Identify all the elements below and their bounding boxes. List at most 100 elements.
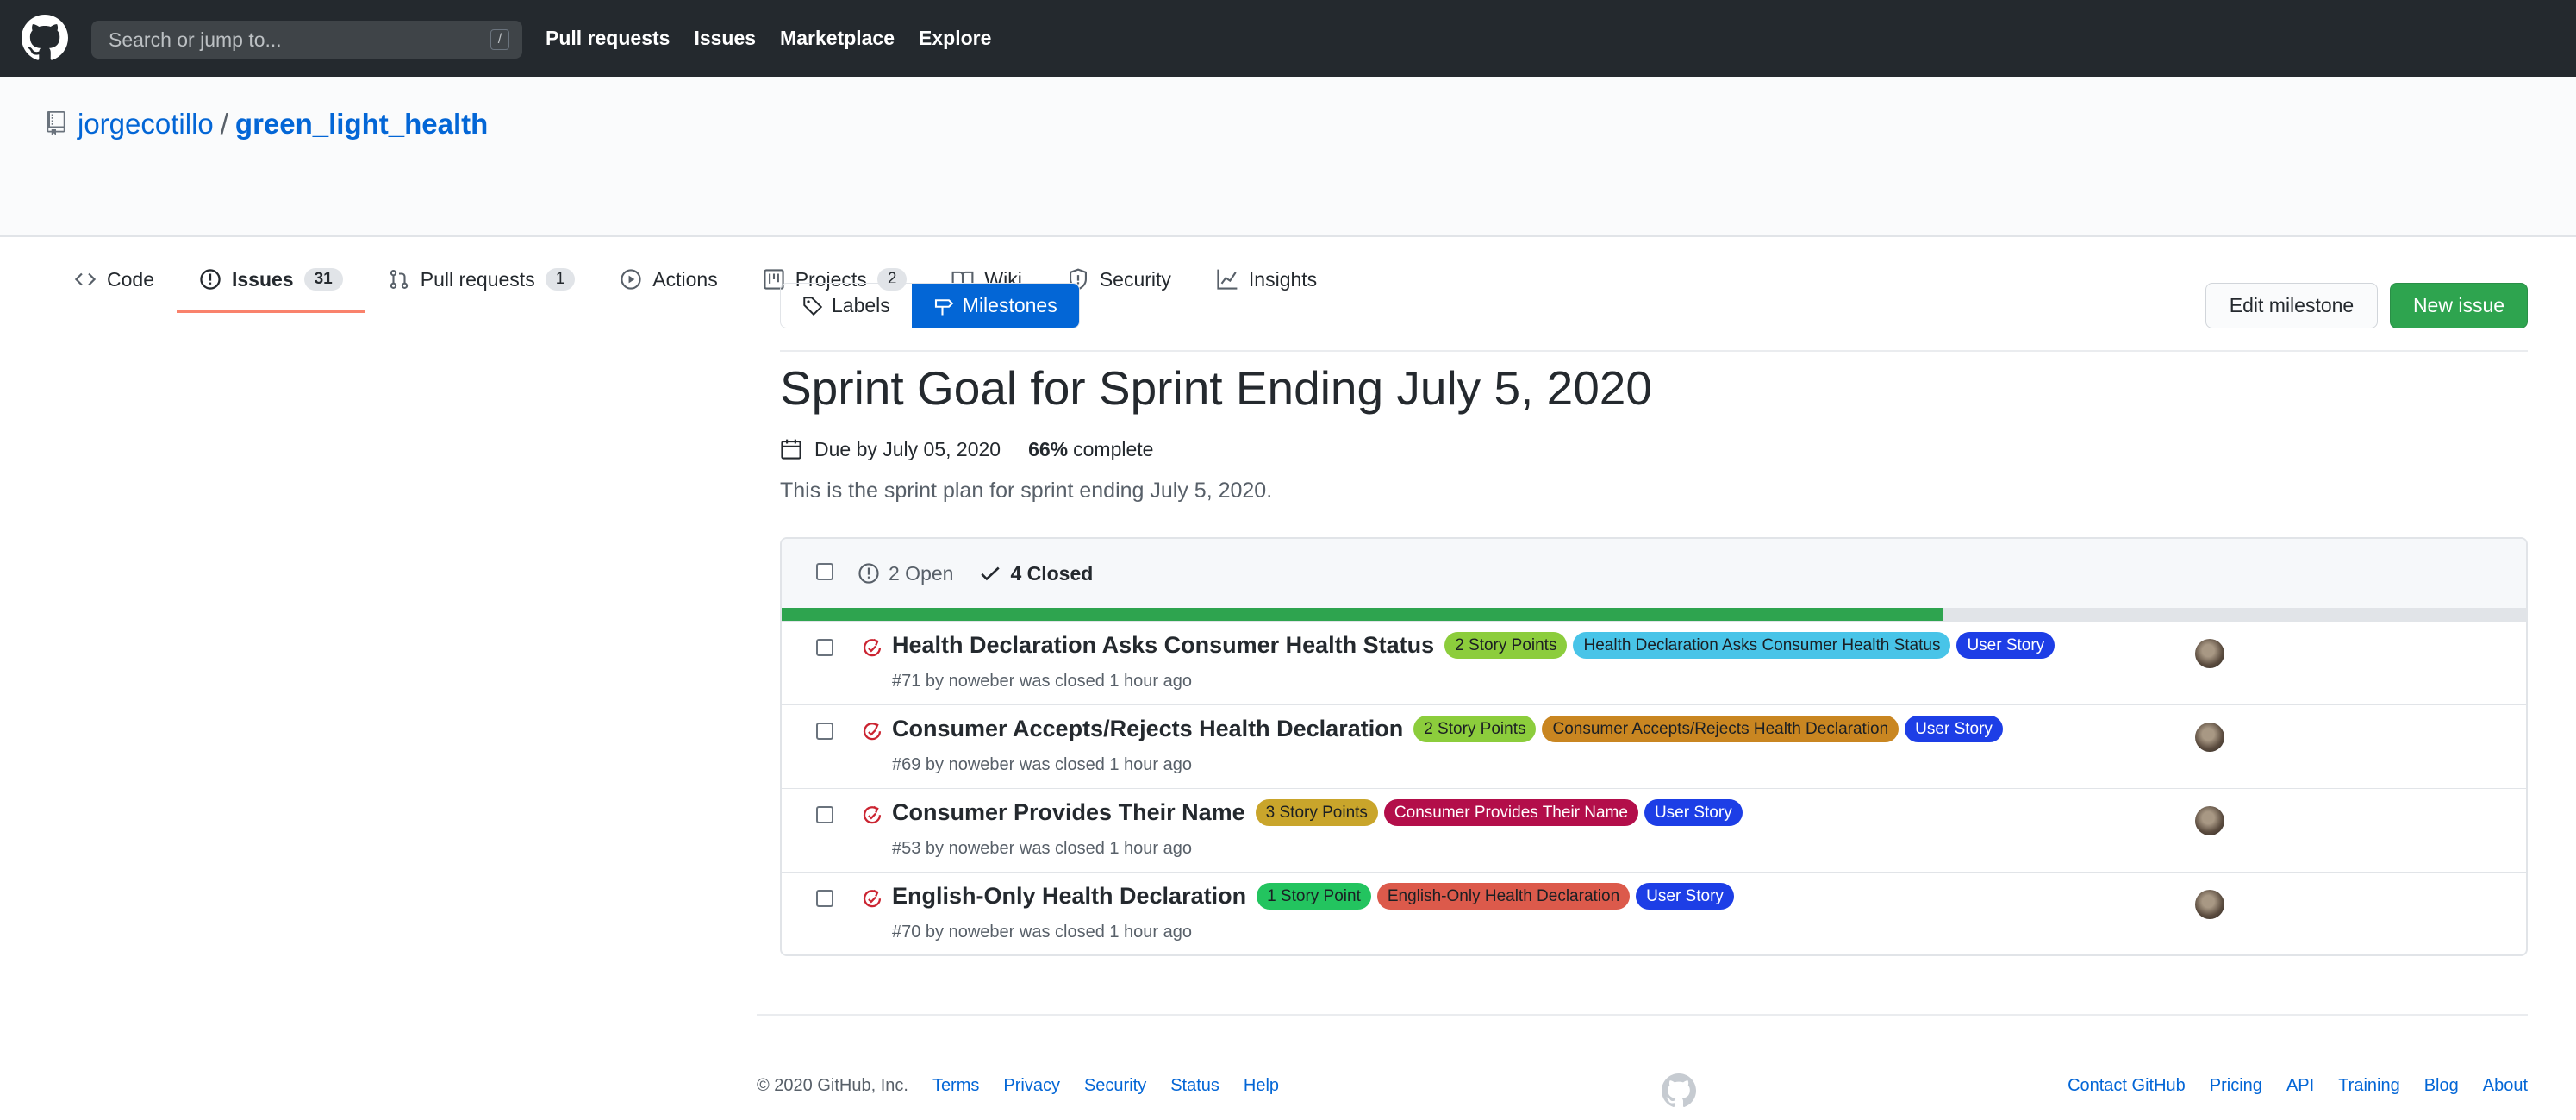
issue-closed-icon [863, 638, 882, 657]
nav-explore[interactable]: Explore [919, 0, 991, 77]
footer-link-contact[interactable]: Contact GitHub [2068, 1076, 2186, 1096]
nav-pull-requests[interactable]: Pull requests [546, 0, 670, 77]
issue-label[interactable]: 2 Story Points [1413, 716, 1537, 742]
milestones-link[interactable]: Milestones [911, 284, 1079, 328]
issue-label[interactable]: User Story [1905, 716, 2003, 742]
calendar-icon [781, 439, 801, 460]
footer-right: Contact GitHub Pricing API Training Blog… [2068, 1076, 2528, 1096]
issue-label[interactable]: 1 Story Point [1257, 883, 1371, 910]
new-issue-button[interactable]: New issue [2390, 283, 2528, 328]
issue-label[interactable]: User Story [1644, 799, 1743, 826]
issue-label[interactable]: 2 Story Points [1444, 632, 1568, 659]
footer-divider [757, 1014, 2528, 1016]
closed-count: 4 Closed [1010, 562, 1094, 585]
issue-checkbox[interactable] [816, 806, 833, 823]
github-logo-icon[interactable] [22, 15, 68, 61]
nav-issues[interactable]: Issues [694, 0, 756, 77]
milestone-meta: Due by July 05, 2020 66% complete [780, 435, 1153, 463]
footer-link-pricing[interactable]: Pricing [2210, 1076, 2262, 1096]
issue-label[interactable]: English-Only Health Declaration [1376, 883, 1631, 910]
issue-checkbox[interactable] [816, 639, 833, 656]
assignee-avatar[interactable] [2195, 806, 2224, 835]
tab-code[interactable]: Code [52, 246, 177, 313]
assignee-avatar[interactable] [2195, 890, 2224, 919]
global-nav: Pull requests Issues Marketplace Explore [546, 0, 991, 77]
milestone-complete-text: complete [1073, 437, 1154, 460]
footer-link-help[interactable]: Help [1244, 1076, 1279, 1096]
milestone-description: This is the sprint plan for sprint endin… [780, 479, 1273, 503]
code-icon [74, 272, 97, 286]
progress-fill [782, 608, 1943, 621]
issue-title-link[interactable]: English-Only Health Declaration [892, 883, 1246, 910]
issue-checkbox[interactable] [816, 723, 833, 740]
issue-opened-icon [858, 563, 879, 584]
labels-link[interactable]: Labels [781, 284, 912, 328]
issue-meta: #71 by noweber was closed 1 hour ago [892, 672, 1193, 691]
tab-label: Pull requests [420, 267, 535, 291]
graph-icon [1217, 269, 1238, 290]
issue-closed-icon [863, 889, 882, 908]
tag-icon [803, 296, 823, 316]
footer-link-terms[interactable]: Terms [932, 1076, 979, 1096]
closed-issues-filter[interactable]: 4 Closed [979, 539, 1093, 608]
issue-row[interactable]: English-Only Health Declaration 1 Story … [782, 872, 2526, 954]
tab-insights[interactable]: Insights [1194, 246, 1339, 313]
tab-issues[interactable]: Issues 31 [176, 246, 365, 313]
issue-label[interactable]: Consumer Accepts/Rejects Health Declarat… [1542, 716, 1899, 742]
open-issues-filter[interactable]: 2 Open [858, 539, 953, 608]
milestone-icon [934, 298, 954, 315]
repo-name-link[interactable]: green_light_health [235, 108, 488, 140]
check-icon [981, 566, 1001, 581]
assignee-avatar[interactable] [2195, 639, 2224, 668]
labels-label: Labels [832, 294, 890, 316]
tab-label: Issues [231, 267, 294, 291]
issue-checkbox[interactable] [816, 890, 833, 907]
edit-milestone-button[interactable]: Edit milestone [2205, 283, 2378, 328]
footer-link-security[interactable]: Security [1084, 1076, 1146, 1096]
footer-left: © 2020 GitHub, Inc. Terms Privacy Securi… [757, 1076, 1279, 1096]
tab-pull-requests[interactable]: Pull requests 1 [365, 246, 598, 313]
repo-icon [47, 111, 65, 135]
footer-link-about[interactable]: About [2483, 1076, 2528, 1096]
footer-link-blog[interactable]: Blog [2424, 1076, 2459, 1096]
tab-label: Insights [1248, 267, 1318, 291]
footer-link-training[interactable]: Training [2338, 1076, 2400, 1096]
issue-meta: #69 by noweber was closed 1 hour ago [892, 755, 1193, 774]
issue-label[interactable]: Health Declaration Asks Consumer Health … [1573, 632, 1951, 659]
global-header: Search or jump to... / Pull requests Iss… [0, 0, 2576, 77]
tab-label: Actions [652, 267, 718, 291]
issue-row[interactable]: Health Declaration Asks Consumer Health … [782, 621, 2526, 704]
issue-title-link[interactable]: Consumer Accepts/Rejects Health Declarat… [892, 716, 1403, 742]
milestone-progress-bar [782, 608, 2526, 621]
milestones-label: Milestones [962, 294, 1057, 316]
search-input[interactable]: Search or jump to... / [91, 21, 522, 59]
divider [780, 350, 2528, 352]
milestone-percent: 66% [1028, 437, 1069, 460]
github-mark-icon[interactable] [1662, 1073, 1696, 1108]
repo-header: jorgecotillo / green_light_health Code Iss… [0, 77, 2576, 313]
issue-title-link[interactable]: Consumer Provides Their Name [892, 799, 1245, 826]
issue-opened-icon [200, 269, 221, 290]
issue-row[interactable]: Consumer Accepts/Rejects Health Declarat… [782, 704, 2526, 788]
issue-row[interactable]: Consumer Provides Their Name 3 Story Poi… [782, 788, 2526, 872]
tab-actions[interactable]: Actions [597, 246, 739, 313]
nav-marketplace[interactable]: Marketplace [780, 0, 895, 77]
footer-link-api[interactable]: API [2286, 1076, 2314, 1096]
assignee-avatar[interactable] [2195, 723, 2224, 752]
issue-label[interactable]: User Story [1636, 883, 1734, 910]
issue-title-link[interactable]: Health Declaration Asks Consumer Health … [892, 632, 1434, 659]
issue-closed-icon [863, 722, 882, 741]
tab-counter: 1 [545, 268, 576, 291]
repo-owner-link[interactable]: jorgecotillo [78, 108, 214, 140]
issues-list: 2 Open 4 Closed Health Declaration Asks … [780, 537, 2528, 956]
tab-counter: 31 [303, 268, 343, 291]
issue-label[interactable]: 3 Story Points [1255, 799, 1378, 826]
issue-closed-icon [863, 805, 882, 824]
issue-label[interactable]: User Story [1956, 632, 2055, 659]
select-all-checkbox[interactable] [816, 563, 833, 580]
footer-link-status[interactable]: Status [1170, 1076, 1219, 1096]
issue-label[interactable]: Consumer Provides Their Name [1383, 799, 1638, 826]
repo-nav: Code Issues 31 Pull requests 1 Actions P… [52, 246, 1339, 313]
footer-link-privacy[interactable]: Privacy [1003, 1076, 1060, 1096]
issue-title-line: Health Declaration Asks Consumer Health … [892, 632, 2055, 659]
